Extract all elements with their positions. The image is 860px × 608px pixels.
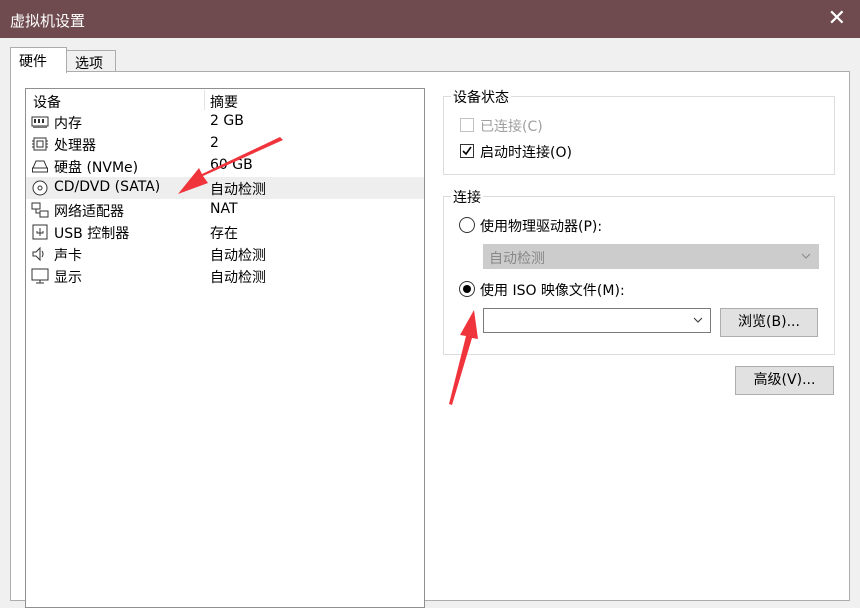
physical-drive-select-value: 自动检测 [489,251,545,267]
connected-checkbox[interactable] [460,118,474,132]
device-name: CD/DVD (SATA) [54,179,161,195]
processor-icon [32,137,48,151]
device-row-display[interactable]: 显示 自动检测 [26,265,424,287]
device-list-header: 设备 摘要 [26,89,424,111]
chevron-down-icon[interactable] [692,314,704,326]
device-row-processor[interactable]: 处理器 2 [26,133,424,155]
title-bar: 虚拟机设置 ✕ [0,0,860,38]
device-row-sound-card[interactable]: 声卡 自动检测 [26,243,424,265]
device-name: 处理器 [54,138,96,154]
display-icon [31,268,49,284]
device-name: 网络适配器 [54,204,124,220]
network-adapter-icon [31,202,49,218]
device-summary: 存在 [210,226,238,242]
device-row-memory[interactable]: 内存 2 GB [26,111,424,133]
browse-button[interactable]: 浏览(B)... [720,308,818,337]
device-row-network-adapter[interactable]: 网络适配器 NAT [26,199,424,221]
iso-path-combobox[interactable] [483,308,711,333]
device-name: 内存 [54,116,82,132]
device-summary: NAT [210,201,238,217]
column-header-device[interactable]: 设备 [33,92,61,112]
connect-at-power-on-checkbox[interactable] [460,144,474,158]
memory-icon [31,116,49,128]
device-summary: 2 GB [210,113,244,129]
window-title: 虚拟机设置 [10,12,86,30]
device-summary: 自动检测 [210,270,266,286]
device-row-hard-disk[interactable]: 硬盘 (NVMe) 60 GB [26,155,424,177]
device-row-usb-controller[interactable]: USB 控制器 存在 [26,221,424,243]
device-list[interactable]: 设备 摘要 内存 2 GB 处理器 2 硬盘 (NVMe) 60 GB CD/D… [25,88,425,608]
device-status-group: 设备状态 已连接(C) 启动时连接(O) [443,87,835,175]
tab-options[interactable]: 选项 [66,50,116,73]
physical-drive-select[interactable]: 自动检测 [483,244,819,269]
radio-selected-dot [463,285,471,293]
device-summary: 2 [210,135,219,151]
cd-dvd-icon [32,180,48,196]
connection-group: 连接 使用物理驱动器(P): 自动检测 使用 ISO 映像文件(M): 浏览(B… [443,187,835,355]
device-summary: 60 GB [210,157,253,173]
device-row-cd-dvd[interactable]: CD/DVD (SATA) 自动检测 [26,177,424,199]
device-name: 硬盘 (NVMe) [54,160,139,176]
sound-card-icon [32,246,44,262]
device-name: 声卡 [54,248,82,264]
column-header-summary[interactable]: 摘要 [210,92,238,112]
checkmark-icon [462,146,472,156]
usb-controller-icon [32,224,48,240]
device-summary: 自动检测 [210,248,266,264]
device-status-legend: 设备状态 [451,87,511,107]
advanced-button[interactable]: 高级(V)... [735,366,834,395]
connection-legend: 连接 [451,187,483,207]
hard-disk-icon [32,160,48,173]
physical-drive-label: 使用物理驱动器(P): [480,219,603,235]
connect-at-power-on-label: 启动时连接(O) [480,145,572,161]
tab-strip: 硬件 选项 [0,38,860,73]
tab-hardware[interactable]: 硬件 [10,47,67,73]
close-icon[interactable]: ✕ [828,6,846,31]
connected-label: 已连接(C) [480,119,543,135]
device-name: USB 控制器 [54,226,130,242]
device-name: 显示 [54,270,82,286]
column-divider[interactable] [204,90,205,110]
physical-drive-radio[interactable] [459,217,475,233]
iso-image-label: 使用 ISO 映像文件(M): [480,283,625,299]
device-summary: 自动检测 [210,182,266,198]
chevron-down-icon [801,253,811,259]
iso-image-radio[interactable] [459,281,475,297]
